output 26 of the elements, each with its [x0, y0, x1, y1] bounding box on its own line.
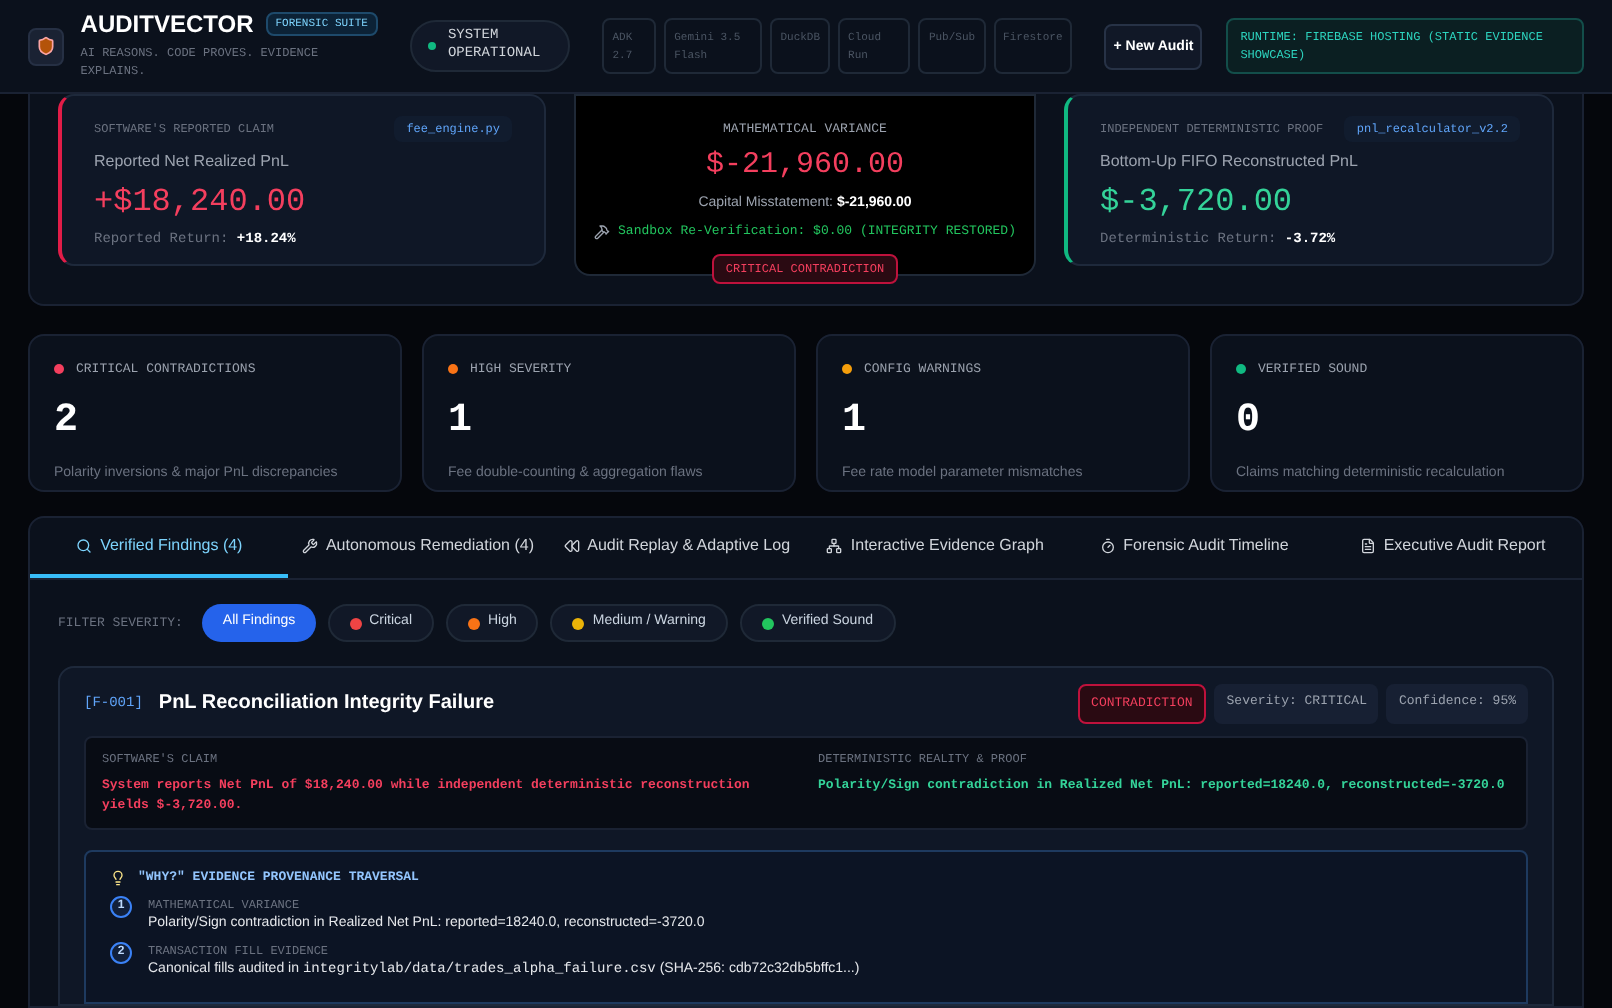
tab[interactable]: Verified Findings (4) — [30, 518, 289, 578]
app-title: AUDITVECTOR — [80, 12, 254, 36]
stat-value: 1 — [448, 395, 475, 448]
stat-value: 1 — [842, 395, 869, 448]
card-caption: Bottom-Up FIFO Reconstructed PnL — [1100, 150, 1360, 174]
tab[interactable]: Forensic Audit Timeline — [1064, 518, 1324, 578]
lightbulb-icon — [110, 869, 126, 886]
amount: $-3,720.00 — [1100, 182, 1295, 222]
shield-icon — [28, 27, 65, 65]
tab[interactable]: Audit Replay & Adaptive Log — [547, 518, 806, 578]
stat-value: 0 — [1236, 395, 1263, 448]
hammer-icon — [594, 223, 611, 240]
tab[interactable]: Autonomous Remediation (4) — [288, 518, 548, 578]
timer-icon — [1099, 538, 1116, 554]
document-icon — [1359, 538, 1376, 554]
rewind-icon — [563, 538, 580, 554]
variance-amount: $-21,960.00 — [705, 147, 905, 185]
amount: +$18,240.00 — [94, 182, 308, 222]
card-caption: Reported Net Realized PnL — [94, 150, 291, 174]
wrench-icon — [301, 538, 318, 554]
search-icon — [76, 538, 93, 554]
network-icon — [826, 538, 843, 554]
stat-value: 2 — [54, 395, 81, 448]
tab[interactable]: Executive Audit Report — [1323, 518, 1582, 578]
tab[interactable]: Interactive Evidence Graph — [805, 518, 1065, 578]
finding-title: PnL Reconciliation Integrity Failure — [158, 690, 495, 719]
